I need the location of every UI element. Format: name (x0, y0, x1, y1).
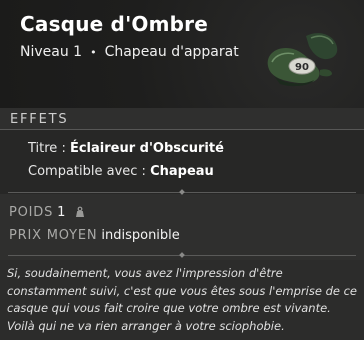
effect-title-label: Titre : (28, 141, 70, 156)
effect-compatible-label: Compatible avec : (28, 164, 151, 179)
effect-compatible-value: Chapeau (150, 164, 214, 179)
effect-title-value: Éclaireur d'Obscurité (69, 141, 224, 156)
price-value: indisponible (101, 228, 180, 243)
price-stat: PRIX MOYEN indisponible (9, 228, 180, 243)
effect-title-line: Titre : Éclaireur d'Obscurité (28, 141, 224, 156)
section-divider (8, 189, 356, 195)
section-divider-bottom (8, 252, 356, 258)
item-tooltip: Casque d'Ombre Niveau 1 • Chapeau d'appara… (0, 0, 364, 340)
item-description: Si, soudainement, vous avez l'impression… (7, 266, 358, 333)
tooltip-header: Casque d'Ombre Niveau 1 • Chapeau d'appara… (0, 0, 364, 108)
item-category: Chapeau d'apparat (104, 44, 239, 60)
item-name: Casque d'Ombre (20, 12, 208, 36)
price-label: PRIX MOYEN (9, 228, 98, 243)
weight-stat: POIDS 1 (9, 205, 86, 220)
weight-icon (75, 206, 84, 217)
subtitle-separator: • (90, 46, 97, 59)
divider-diamond-icon (179, 252, 185, 258)
item-subtitle: Niveau 1 • Chapeau d'apparat (20, 44, 239, 60)
effects-section-title: EFFETS (10, 112, 69, 127)
item-level: Niveau 1 (20, 44, 83, 60)
weight-value: 1 (57, 205, 66, 220)
item-image-label: 90 (295, 62, 309, 73)
effect-compatible-line: Compatible avec : Chapeau (28, 164, 214, 179)
weight-label: POIDS (9, 205, 54, 220)
shadow-helmet-icon: 90 (267, 33, 338, 87)
effects-panel (0, 130, 364, 194)
